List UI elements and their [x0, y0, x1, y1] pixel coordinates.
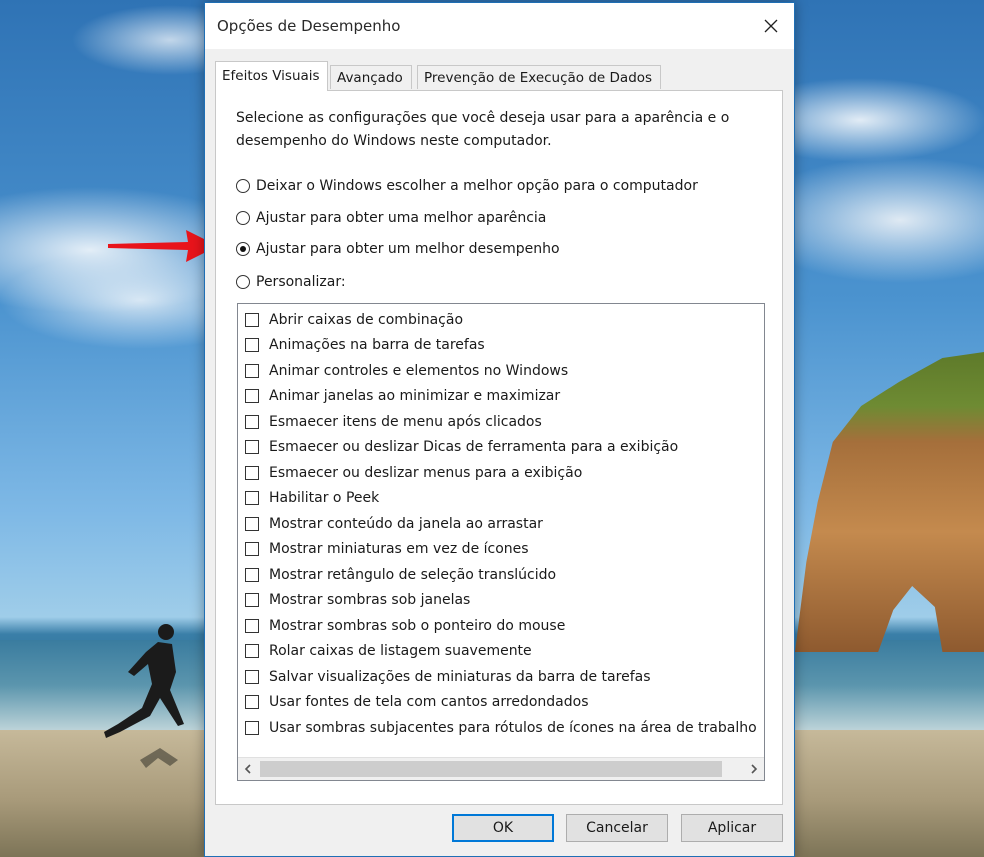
- checkbox[interactable]: [245, 363, 259, 378]
- chevron-right-icon: [751, 764, 758, 774]
- dialog-title: Opções de Desempenho: [217, 17, 401, 35]
- radio-custom[interactable]: Personalizar:: [236, 271, 346, 293]
- checkbox[interactable]: [245, 312, 259, 327]
- checkbox[interactable]: [245, 618, 259, 633]
- list-item[interactable]: Mostrar sombras sob janelas: [238, 588, 758, 614]
- list-item[interactable]: Mostrar retângulo de seleção translúcido: [238, 562, 758, 588]
- tab-prevencao-execucao-dados[interactable]: Prevenção de Execução de Dados: [417, 65, 661, 89]
- list-item[interactable]: Abrir caixas de combinação: [238, 307, 758, 333]
- list-item[interactable]: Usar sombras subjacentes para rótulos de…: [238, 715, 758, 741]
- checkbox-label: Rolar caixas de listagem suavemente: [269, 643, 532, 660]
- checkbox-label: Esmaecer itens de menu após clicados: [269, 413, 542, 430]
- checkbox[interactable]: [245, 720, 259, 735]
- ok-button[interactable]: OK: [452, 814, 554, 842]
- checkbox-label: Habilitar o Peek: [269, 490, 380, 507]
- list-item[interactable]: Animações na barra de tarefas: [238, 333, 758, 359]
- scroll-right-button[interactable]: [744, 758, 764, 780]
- radio-best-performance[interactable]: Ajustar para obter um melhor desempenho: [236, 238, 560, 260]
- list-item[interactable]: Usar fontes de tela com cantos arredonda…: [238, 690, 758, 716]
- apply-button[interactable]: Aplicar: [681, 814, 783, 842]
- list-item[interactable]: Esmaecer ou deslizar Dicas de ferramenta…: [238, 435, 758, 461]
- checkbox[interactable]: [245, 516, 259, 531]
- horizontal-scrollbar[interactable]: [238, 757, 764, 780]
- checkbox[interactable]: [245, 669, 259, 684]
- list-item[interactable]: Rolar caixas de listagem suavemente: [238, 639, 758, 665]
- checkbox[interactable]: [245, 695, 259, 710]
- checkbox[interactable]: [245, 465, 259, 480]
- checkbox-label: Mostrar miniaturas em vez de ícones: [269, 541, 529, 558]
- checkbox-label: Animar janelas ao minimizar e maximizar: [269, 388, 561, 405]
- radio-best-appearance[interactable]: Ajustar para obter uma melhor aparência: [236, 207, 546, 229]
- tab-avancado[interactable]: Avançado: [330, 65, 412, 89]
- checkbox-label: Mostrar conteúdo da janela ao arrastar: [269, 515, 543, 532]
- checkbox[interactable]: [245, 338, 259, 353]
- chevron-left-icon: [244, 764, 251, 774]
- close-icon: [764, 19, 778, 33]
- checkbox[interactable]: [245, 389, 259, 404]
- checkbox[interactable]: [245, 644, 259, 659]
- checkbox-label: Abrir caixas de combinação: [269, 311, 464, 328]
- scroll-left-button[interactable]: [238, 758, 258, 780]
- radio-label: Deixar o Windows escolher a melhor opção…: [256, 178, 698, 194]
- panel-description: Selecione as configurações que você dese…: [236, 110, 730, 149]
- list-item[interactable]: Mostrar sombras sob o ponteiro do mouse: [238, 613, 758, 639]
- checkbox[interactable]: [245, 593, 259, 608]
- checkbox-label: Esmaecer ou deslizar Dicas de ferramenta…: [269, 439, 679, 456]
- checkbox[interactable]: [245, 567, 259, 582]
- list-item[interactable]: Esmaecer itens de menu após clicados: [238, 409, 758, 435]
- list-item[interactable]: Habilitar o Peek: [238, 486, 758, 512]
- checkbox-label: Usar fontes de tela com cantos arredonda…: [269, 694, 589, 711]
- checkbox[interactable]: [245, 440, 259, 455]
- list-item[interactable]: Animar janelas ao minimizar e maximizar: [238, 384, 758, 410]
- checkbox-label: Mostrar sombras sob o ponteiro do mouse: [269, 617, 566, 634]
- radio-let-windows-choose[interactable]: Deixar o Windows escolher a melhor opção…: [236, 175, 698, 197]
- scrollbar-thumb[interactable]: [260, 761, 722, 777]
- radio-label: Personalizar:: [256, 274, 346, 290]
- checkbox-label: Mostrar retângulo de seleção translúcido: [269, 566, 557, 583]
- list-item[interactable]: Esmaecer ou deslizar menus para a exibiç…: [238, 460, 758, 486]
- cancel-button[interactable]: Cancelar: [566, 814, 668, 842]
- title-bar[interactable]: Opções de Desempenho: [205, 3, 794, 49]
- checkbox[interactable]: [245, 491, 259, 506]
- radio-circle[interactable]: [236, 211, 250, 225]
- checkbox-label: Usar sombras subjacentes para rótulos de…: [269, 719, 757, 736]
- radio-circle[interactable]: [236, 275, 250, 289]
- checkbox-label: Animações na barra de tarefas: [269, 337, 485, 354]
- checkbox-label: Esmaecer ou deslizar menus para a exibiç…: [269, 464, 583, 481]
- checkbox[interactable]: [245, 414, 259, 429]
- visual-effects-panel: Selecione as configurações que você dese…: [215, 90, 783, 805]
- list-item[interactable]: Animar controles e elementos no Windows: [238, 358, 758, 384]
- tab-efeitos-visuais[interactable]: Efeitos Visuais: [215, 61, 328, 91]
- list-item[interactable]: Mostrar conteúdo da janela ao arrastar: [238, 511, 758, 537]
- radio-circle-selected[interactable]: [236, 242, 250, 256]
- wallpaper-runner-silhouette: [104, 624, 184, 768]
- visual-effects-list[interactable]: Abrir caixas de combinação Animações na …: [237, 303, 765, 781]
- list-item[interactable]: Mostrar miniaturas em vez de ícones: [238, 537, 758, 563]
- checkbox-label: Animar controles e elementos no Windows: [269, 362, 569, 379]
- close-button[interactable]: [748, 3, 794, 49]
- radio-circle[interactable]: [236, 179, 250, 193]
- checkbox-label: Mostrar sombras sob janelas: [269, 592, 471, 609]
- radio-label: Ajustar para obter um melhor desempenho: [256, 241, 560, 257]
- performance-options-dialog: Opções de Desempenho Efeitos Visuais Ava…: [204, 2, 795, 857]
- list-item[interactable]: Salvar visualizações de miniaturas da ba…: [238, 664, 758, 690]
- checkbox[interactable]: [245, 542, 259, 557]
- radio-label: Ajustar para obter uma melhor aparência: [256, 210, 547, 226]
- checkbox-label: Salvar visualizações de miniaturas da ba…: [269, 668, 651, 685]
